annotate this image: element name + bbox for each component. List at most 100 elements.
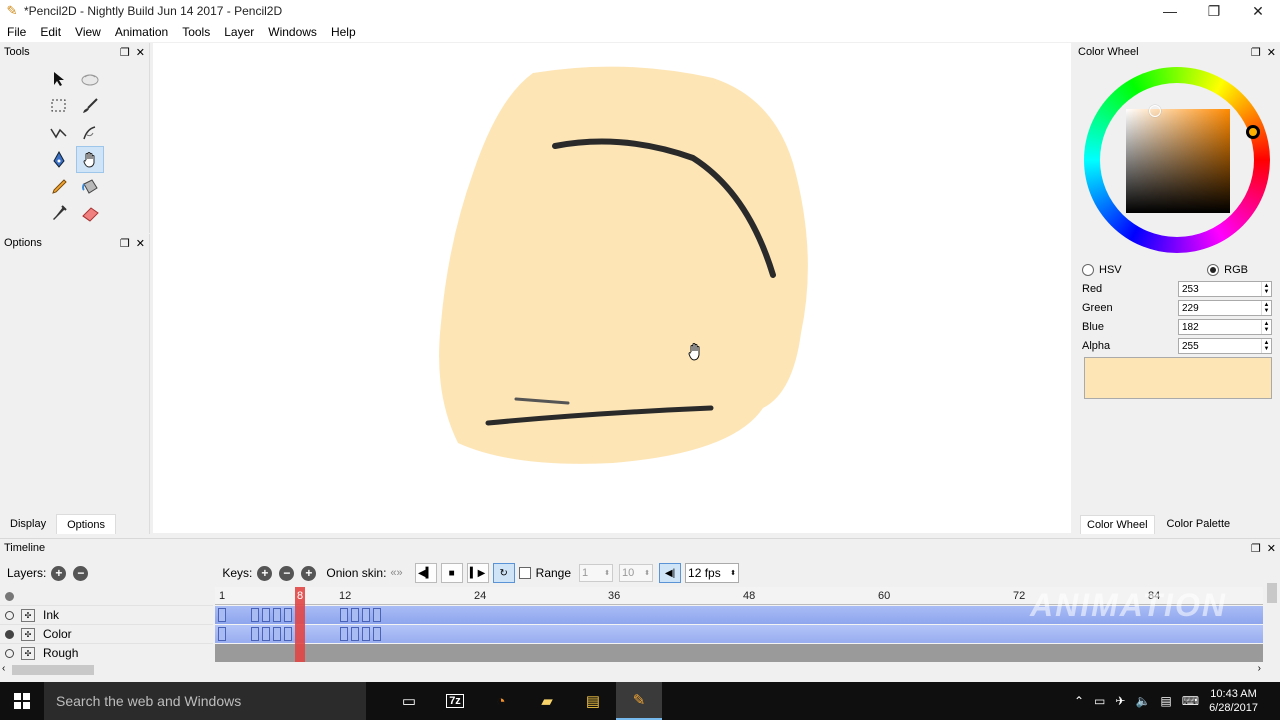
range-end-spinbox[interactable]: 10 ⬍: [619, 564, 654, 582]
float-icon[interactable]: ❐: [120, 237, 130, 250]
keyframe[interactable]: [351, 627, 359, 641]
play-icon[interactable]: ▍▶: [466, 563, 489, 583]
windows-start-icon[interactable]: [0, 682, 44, 720]
tab-display[interactable]: Display: [0, 514, 56, 534]
keyframe[interactable]: [284, 627, 292, 641]
spin-arrows-icon[interactable]: ⬍: [644, 569, 650, 577]
keyframe[interactable]: [351, 608, 359, 622]
spin-arrows-icon[interactable]: ▲ ▼: [1261, 282, 1271, 296]
keyboard-icon[interactable]: ⌨: [1182, 694, 1199, 708]
pencil2d-icon[interactable]: ✎: [616, 682, 662, 720]
keyframe[interactable]: [340, 608, 348, 622]
scroll-right-icon[interactable]: ›: [1258, 663, 1261, 674]
onion-skin-icon[interactable]: «»: [390, 567, 402, 579]
menu-edit[interactable]: Edit: [33, 22, 68, 42]
blender-icon[interactable]: ◔: [478, 682, 524, 720]
keyframe[interactable]: [273, 608, 281, 622]
keyframe[interactable]: [373, 627, 381, 641]
keyframe[interactable]: [251, 627, 259, 641]
layer-row-rough[interactable]: ✣ Rough: [0, 644, 213, 663]
close-icon[interactable]: ✕: [136, 46, 145, 59]
float-icon[interactable]: ❐: [120, 46, 130, 59]
rgb-radio[interactable]: RGB: [1207, 264, 1248, 276]
blue-spinbox[interactable]: 182 ▲ ▼: [1178, 319, 1272, 335]
green-spinbox[interactable]: 229 ▲ ▼: [1178, 300, 1272, 316]
visibility-all-icon[interactable]: [5, 591, 14, 601]
frame-area[interactable]: 1 12 24 36 48 60 72 84 8 ANIMATION: [215, 587, 1263, 663]
select-arrow-icon[interactable]: [45, 65, 73, 92]
file-explorer-icon[interactable]: ▤: [570, 682, 616, 720]
visibility-icon[interactable]: [5, 648, 14, 658]
keyframe[interactable]: [362, 627, 370, 641]
sound-icon[interactable]: ◀|: [659, 563, 682, 583]
spin-arrows-icon[interactable]: ▲ ▼: [1261, 339, 1271, 353]
battery-icon[interactable]: ▭: [1094, 694, 1105, 708]
smudge-icon[interactable]: [76, 65, 104, 92]
close-icon[interactable]: ✕: [1267, 542, 1276, 555]
menu-windows[interactable]: Windows: [261, 22, 324, 42]
network-icon[interactable]: ✈: [1115, 694, 1125, 708]
spin-arrows-icon[interactable]: ▲ ▼: [1261, 320, 1271, 334]
show-hidden-icons-icon[interactable]: ⌃: [1074, 694, 1084, 708]
keyframe[interactable]: [262, 608, 270, 622]
7zip-icon[interactable]: 7z: [432, 682, 478, 720]
minimize-icon[interactable]: —: [1148, 0, 1192, 22]
keyframe[interactable]: [251, 608, 259, 622]
keyframe[interactable]: [284, 608, 292, 622]
keyframe[interactable]: [218, 608, 226, 622]
menu-animation[interactable]: Animation: [108, 22, 175, 42]
keyframe[interactable]: [218, 627, 226, 641]
stop-icon[interactable]: ■: [440, 563, 463, 583]
taskbar-search[interactable]: Search the web and Windows: [44, 682, 366, 720]
pencil-icon[interactable]: [45, 173, 73, 200]
duplicate-key-icon[interactable]: +: [301, 565, 317, 581]
menu-view[interactable]: View: [68, 22, 108, 42]
scroll-thumb[interactable]: [1267, 583, 1277, 603]
play-backward-icon[interactable]: ◀▍: [414, 563, 437, 583]
red-value[interactable]: 253: [1179, 284, 1261, 295]
alpha-spinbox[interactable]: 255 ▲ ▼: [1178, 338, 1272, 354]
tab-color-wheel[interactable]: Color Wheel: [1080, 515, 1155, 534]
scroll-left-icon[interactable]: ‹: [2, 663, 5, 674]
menu-tools[interactable]: Tools: [175, 22, 217, 42]
keyframe[interactable]: [262, 627, 270, 641]
timeline-vertical-scrollbar[interactable]: [1264, 575, 1280, 663]
blue-value[interactable]: 182: [1179, 322, 1261, 333]
add-layer-icon[interactable]: +: [51, 565, 67, 581]
loop-icon[interactable]: ↻: [492, 563, 515, 583]
layer-row-color[interactable]: ✣ Color: [0, 625, 213, 644]
menu-file[interactable]: File: [0, 22, 33, 42]
visibility-icon[interactable]: [5, 629, 14, 639]
keyframe[interactable]: [340, 627, 348, 641]
range-checkbox[interactable]: [518, 567, 531, 579]
close-icon[interactable]: ✕: [136, 237, 145, 250]
spin-arrows-icon[interactable]: ▲ ▼: [1261, 301, 1271, 315]
range-start-spinbox[interactable]: 1 ⬍: [579, 564, 614, 582]
keyframe[interactable]: [373, 608, 381, 622]
restore-icon[interactable]: ❐: [1192, 0, 1236, 22]
eraser-icon[interactable]: [76, 200, 104, 227]
scroll-thumb[interactable]: [12, 665, 94, 675]
lasso-pen-icon[interactable]: [76, 119, 104, 146]
menu-help[interactable]: Help: [324, 22, 363, 42]
folder-icon[interactable]: ▰: [524, 682, 570, 720]
close-icon[interactable]: ✕: [1236, 0, 1280, 22]
timeline-horizontal-scrollbar[interactable]: ‹ ›: [0, 662, 1265, 678]
menu-layer[interactable]: Layer: [217, 22, 261, 42]
saturation-value-square[interactable]: [1126, 109, 1230, 213]
hue-marker[interactable]: [1246, 125, 1260, 139]
eyedropper-icon[interactable]: [45, 200, 73, 227]
pen-icon[interactable]: [45, 146, 73, 173]
float-icon[interactable]: ❐: [1251, 46, 1261, 59]
remove-key-icon[interactable]: −: [279, 565, 295, 581]
float-icon[interactable]: ❐: [1251, 542, 1261, 555]
visibility-icon[interactable]: [5, 610, 14, 620]
clock[interactable]: 10:43 AM 6/28/2017: [1209, 687, 1258, 715]
action-center-icon[interactable]: ▤: [1160, 694, 1171, 708]
remove-layer-icon[interactable]: −: [73, 565, 89, 581]
sv-marker[interactable]: [1149, 105, 1161, 117]
rectangle-select-icon[interactable]: [45, 92, 73, 119]
bucket-icon[interactable]: [76, 173, 104, 200]
close-icon[interactable]: ✕: [1267, 46, 1276, 59]
tab-options[interactable]: Options: [56, 514, 116, 534]
